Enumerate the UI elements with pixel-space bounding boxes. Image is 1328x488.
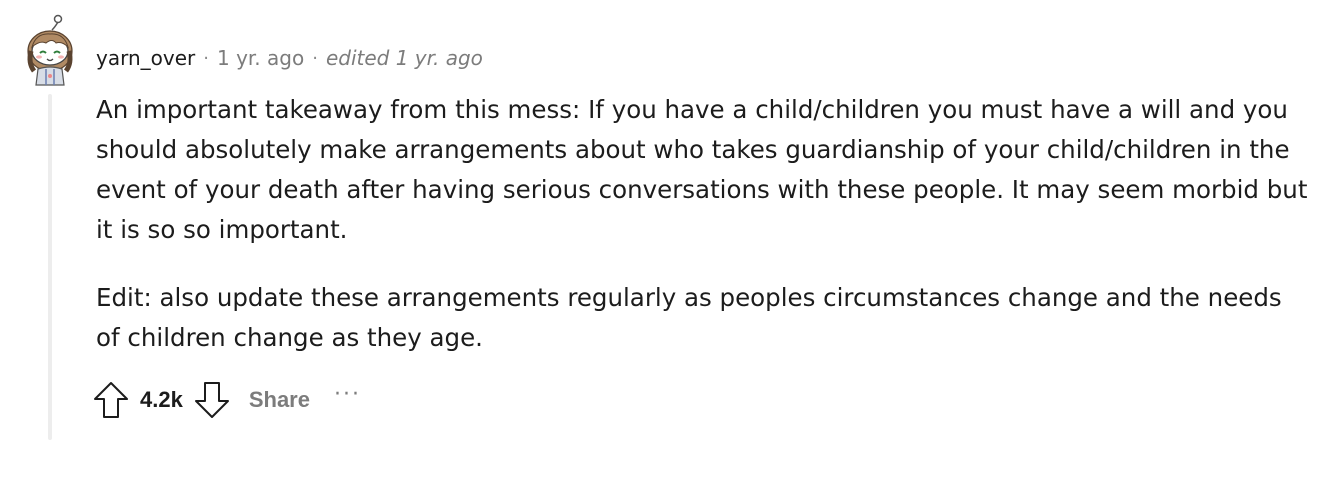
comment-body: An important takeaway from this mess: If… — [96, 90, 1308, 358]
comment-actions: 4.2k Share ··· — [92, 378, 361, 422]
edited-timestamp: edited 1 yr. ago — [325, 46, 483, 70]
avatar[interactable] — [22, 13, 80, 87]
upvote-arrow-icon — [94, 382, 128, 418]
more-options-button[interactable]: ··· — [334, 382, 361, 407]
timestamp[interactable]: 1 yr. ago — [217, 46, 304, 70]
downvote-button[interactable] — [193, 379, 231, 421]
upvote-button[interactable] — [92, 379, 130, 421]
share-button[interactable]: Share — [249, 387, 310, 413]
comment-meta: yarn_over · 1 yr. ago · edited 1 yr. ago — [96, 44, 483, 72]
comment-paragraph: An important takeaway from this mess: If… — [96, 95, 1308, 244]
thread-line[interactable] — [48, 94, 52, 440]
vote-score: 4.2k — [140, 387, 183, 412]
comment-paragraph: Edit: also update these arrangements reg… — [96, 283, 1282, 352]
downvote-arrow-icon — [194, 382, 229, 418]
username-link[interactable]: yarn_over — [96, 46, 195, 70]
separator-dot: · — [203, 47, 209, 69]
separator-dot: · — [312, 47, 318, 69]
